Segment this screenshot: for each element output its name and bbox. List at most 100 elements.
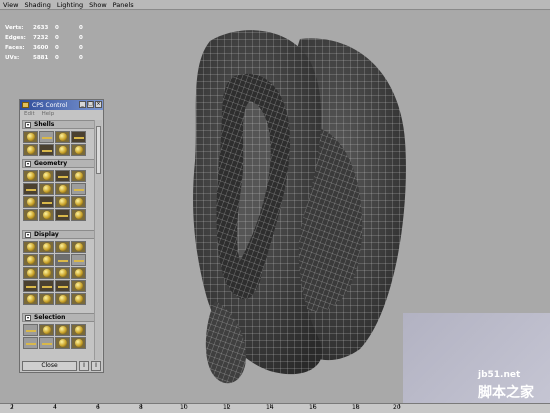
panel-title: CPS Control (32, 101, 68, 109)
hud-value: 7232 (33, 35, 49, 41)
display-tool-row (23, 280, 87, 292)
time-slider[interactable]: 2 4 6 8 10 12 14 16 18 20 (0, 403, 550, 413)
display-tool-button[interactable] (55, 280, 70, 292)
hud-value: 2633 (33, 25, 49, 31)
geometry-tool-button[interactable] (39, 209, 54, 221)
geometry-tool-button[interactable] (71, 209, 86, 221)
selection-tool-button[interactable] (55, 337, 70, 349)
hud-label: Faces: (5, 45, 25, 51)
display-tool-button[interactable] (71, 293, 86, 305)
display-tool-button[interactable] (23, 241, 38, 253)
geometry-tool-button[interactable] (39, 170, 54, 182)
tick-label: 18 (352, 404, 360, 411)
heads-up-display: Verts: 2633 0 0 Edges: 7232 0 0 Faces: 3… (5, 23, 103, 63)
section-geometry[interactable]: Geometry (22, 159, 95, 168)
footer-small-button[interactable]: I (79, 361, 89, 371)
selection-tool-button[interactable] (39, 337, 54, 349)
display-tool-button[interactable] (39, 293, 54, 305)
panel-menu-help[interactable]: Help (42, 111, 55, 117)
collapse-triangle-icon[interactable] (25, 232, 31, 238)
display-tool-button[interactable] (55, 267, 70, 279)
section-shells[interactable]: Shells (22, 120, 95, 129)
close-button[interactable]: Close (22, 361, 77, 371)
display-tool-button[interactable] (23, 254, 38, 266)
menu-show[interactable]: Show (89, 0, 107, 10)
hud-row: Faces: 3600 0 0 (5, 43, 103, 53)
section-display[interactable]: Display (22, 230, 95, 239)
shell-tool-button[interactable] (71, 144, 86, 156)
display-tool-button[interactable] (71, 267, 86, 279)
window-controls: _ □ × (78, 101, 102, 108)
tick-label: 16 (309, 404, 317, 411)
tick-label: 4 (53, 404, 57, 411)
menu-shading[interactable]: Shading (24, 0, 50, 10)
maximize-icon[interactable]: □ (87, 101, 94, 108)
shell-tool-button[interactable] (39, 144, 54, 156)
display-tool-button[interactable] (55, 254, 70, 266)
geometry-tool-button[interactable] (23, 196, 38, 208)
geometry-tool-button[interactable] (55, 170, 70, 182)
hud-label: Edges: (5, 35, 26, 41)
hud-value: 0 (79, 45, 83, 51)
shell-tool-button[interactable] (23, 144, 38, 156)
selection-tool-button[interactable] (23, 337, 38, 349)
shell-tool-button[interactable] (23, 131, 38, 143)
geometry-tool-row (23, 196, 87, 208)
geometry-tool-button[interactable] (23, 209, 38, 221)
tick-label: 8 (139, 404, 143, 411)
close-icon[interactable]: × (95, 101, 102, 108)
geometry-tool-button[interactable] (55, 183, 70, 195)
viewport-menu-bar: View Shading Lighting Show Panels (0, 0, 550, 10)
menu-lighting[interactable]: Lighting (57, 0, 83, 10)
collapse-triangle-icon[interactable] (25, 315, 31, 321)
display-tool-button[interactable] (23, 267, 38, 279)
hud-value: 0 (55, 25, 59, 31)
selection-tool-button[interactable] (23, 324, 38, 336)
panel-scrollbar[interactable] (94, 120, 102, 360)
geometry-tool-button[interactable] (39, 196, 54, 208)
geometry-tool-button[interactable] (71, 183, 86, 195)
geometry-tool-button[interactable] (71, 196, 86, 208)
display-tool-button[interactable] (71, 254, 86, 266)
collapse-triangle-icon[interactable] (25, 122, 31, 128)
panel-menu-edit[interactable]: Edit (24, 111, 35, 117)
display-tool-button[interactable] (39, 241, 54, 253)
display-tool-button[interactable] (55, 293, 70, 305)
selection-tool-button[interactable] (55, 324, 70, 336)
display-tool-button[interactable] (23, 293, 38, 305)
shell-tool-button[interactable] (55, 131, 70, 143)
shell-tool-button[interactable] (55, 144, 70, 156)
display-tool-button[interactable] (39, 254, 54, 266)
selection-tool-button[interactable] (71, 324, 86, 336)
display-tool-button[interactable] (71, 280, 86, 292)
menu-panels[interactable]: Panels (113, 0, 134, 10)
tick-label: 12 (223, 404, 231, 411)
menu-view[interactable]: View (3, 0, 18, 10)
section-label: Shells (34, 121, 55, 128)
geometry-tool-button[interactable] (71, 170, 86, 182)
minimize-icon[interactable]: _ (79, 101, 86, 108)
shell-tool-button[interactable] (39, 131, 54, 143)
selection-tool-button[interactable] (71, 337, 86, 349)
geometry-tool-button[interactable] (55, 209, 70, 221)
display-tool-button[interactable] (39, 267, 54, 279)
collapse-triangle-icon[interactable] (25, 161, 31, 167)
hud-row: Edges: 7232 0 0 (5, 33, 103, 43)
shell-tool-button[interactable] (71, 131, 86, 143)
display-tool-button[interactable] (55, 241, 70, 253)
display-tool-button[interactable] (23, 280, 38, 292)
tick-label: 20 (393, 404, 401, 411)
hud-value: 0 (55, 45, 59, 51)
geometry-tool-button[interactable] (55, 196, 70, 208)
selection-tool-button[interactable] (39, 324, 54, 336)
display-tool-button[interactable] (71, 241, 86, 253)
footer-small-button[interactable]: I (91, 361, 101, 371)
geometry-tool-button[interactable] (23, 170, 38, 182)
geometry-tool-button[interactable] (39, 183, 54, 195)
scrollbar-thumb[interactable] (96, 126, 101, 174)
display-tool-button[interactable] (39, 280, 54, 292)
section-label: Display (34, 231, 59, 238)
section-selection[interactable]: Selection (22, 313, 95, 322)
geometry-tool-button[interactable] (23, 183, 38, 195)
panel-title-bar[interactable]: CPS Control _ □ × (20, 100, 103, 110)
